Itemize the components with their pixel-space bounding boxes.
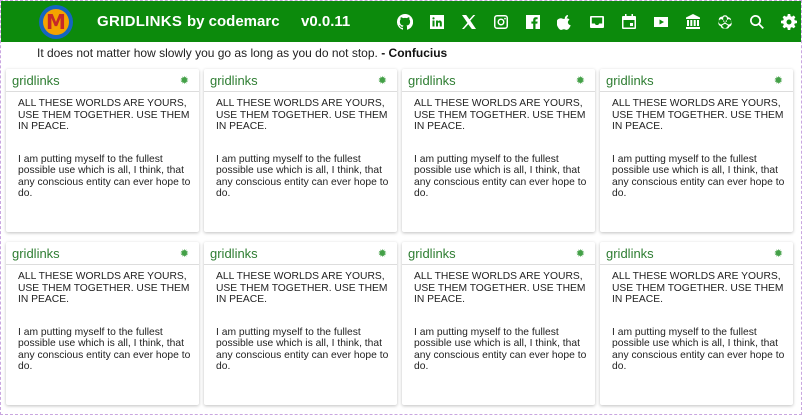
card-motto: ALL THESE WORLDS ARE YOURS, USE THEM TOG…: [414, 98, 586, 132]
card-body: ALL THESE WORLDS ARE YOURS, USE THEM TOG…: [204, 265, 397, 373]
card-header: gridlinks ✹: [204, 69, 397, 92]
app-logo[interactable]: M: [39, 5, 73, 39]
card-quote: I am putting myself to the fullest possi…: [216, 153, 389, 200]
card-title[interactable]: gridlinks: [12, 246, 60, 261]
instagram-icon[interactable]: [485, 11, 517, 33]
quote-line: It does not matter how slowly you go as …: [37, 46, 447, 60]
x-icon[interactable]: [453, 11, 485, 33]
link-card: gridlinks ✹ ALL THESE WORLDS ARE YOURS, US…: [600, 69, 793, 232]
card-quote: I am putting myself to the fullest possi…: [18, 326, 191, 373]
card-header: gridlinks ✹: [6, 69, 199, 92]
card-quote: I am putting myself to the fullest possi…: [18, 153, 191, 200]
top-bar: M GRIDLINKS by codemarc v0.0.11: [1, 1, 801, 42]
linkedin-icon[interactable]: [421, 11, 453, 33]
apple-icon[interactable]: [549, 11, 581, 33]
quote-author: - Confucius: [381, 46, 448, 60]
card-motto: ALL THESE WORLDS ARE YOURS, USE THEM TOG…: [216, 98, 388, 132]
calendar-icon[interactable]: [613, 11, 645, 33]
card-settings-icon[interactable]: ✹: [378, 247, 387, 260]
card-motto: ALL THESE WORLDS ARE YOURS, USE THEM TOG…: [612, 98, 784, 132]
card-settings-icon[interactable]: ✹: [774, 74, 783, 87]
card-header: gridlinks ✹: [6, 242, 199, 265]
link-card: gridlinks ✹ ALL THESE WORLDS ARE YOURS, US…: [6, 69, 199, 232]
gear-icon[interactable]: [773, 11, 802, 33]
card-settings-icon[interactable]: ✹: [576, 247, 585, 260]
card-quote: I am putting myself to the fullest possi…: [414, 326, 587, 373]
card-body: ALL THESE WORLDS ARE YOURS, USE THEM TOG…: [402, 92, 595, 200]
card-title[interactable]: gridlinks: [606, 246, 654, 261]
card-header: gridlinks ✹: [204, 242, 397, 265]
author-label: by codemarc: [187, 13, 280, 30]
app-title: GRIDLINKS: [97, 13, 183, 30]
card-title[interactable]: gridlinks: [408, 246, 456, 261]
card-title[interactable]: gridlinks: [210, 73, 258, 88]
github-icon[interactable]: [389, 11, 421, 33]
facebook-icon[interactable]: [517, 11, 549, 33]
card-body: ALL THESE WORLDS ARE YOURS, USE THEM TOG…: [402, 265, 595, 373]
toolbar-icons: [389, 11, 802, 33]
quote-text: It does not matter how slowly you go as …: [37, 46, 378, 60]
card-body: ALL THESE WORLDS ARE YOURS, USE THEM TOG…: [600, 265, 793, 373]
card-title[interactable]: gridlinks: [606, 73, 654, 88]
card-settings-icon[interactable]: ✹: [576, 74, 585, 87]
logo-letter: M: [43, 9, 69, 35]
card-body: ALL THESE WORLDS ARE YOURS, USE THEM TOG…: [6, 92, 199, 200]
card-motto: ALL THESE WORLDS ARE YOURS, USE THEM TOG…: [18, 98, 190, 132]
card-motto: ALL THESE WORLDS ARE YOURS, USE THEM TOG…: [612, 271, 784, 305]
card-settings-icon[interactable]: ✹: [378, 74, 387, 87]
link-card: gridlinks ✹ ALL THESE WORLDS ARE YOURS, US…: [402, 242, 595, 405]
card-quote: I am putting myself to the fullest possi…: [216, 326, 389, 373]
link-card: gridlinks ✹ ALL THESE WORLDS ARE YOURS, US…: [600, 242, 793, 405]
card-motto: ALL THESE WORLDS ARE YOURS, USE THEM TOG…: [414, 271, 586, 305]
card-title[interactable]: gridlinks: [408, 73, 456, 88]
openai-icon[interactable]: [709, 11, 741, 33]
bank-icon[interactable]: [677, 11, 709, 33]
link-card: gridlinks ✹ ALL THESE WORLDS ARE YOURS, US…: [204, 242, 397, 405]
card-quote: I am putting myself to the fullest possi…: [414, 153, 587, 200]
card-settings-icon[interactable]: ✹: [180, 74, 189, 87]
card-title[interactable]: gridlinks: [210, 246, 258, 261]
youtube-icon[interactable]: [645, 11, 677, 33]
card-header: gridlinks ✹: [600, 69, 793, 92]
card-settings-icon[interactable]: ✹: [180, 247, 189, 260]
card-body: ALL THESE WORLDS ARE YOURS, USE THEM TOG…: [204, 92, 397, 200]
link-card: gridlinks ✹ ALL THESE WORLDS ARE YOURS, US…: [204, 69, 397, 232]
card-settings-icon[interactable]: ✹: [774, 247, 783, 260]
card-body: ALL THESE WORLDS ARE YOURS, USE THEM TOG…: [600, 92, 793, 200]
link-card: gridlinks ✹ ALL THESE WORLDS ARE YOURS, US…: [402, 69, 595, 232]
card-motto: ALL THESE WORLDS ARE YOURS, USE THEM TOG…: [18, 271, 190, 305]
card-body: ALL THESE WORLDS ARE YOURS, USE THEM TOG…: [6, 265, 199, 373]
card-motto: ALL THESE WORLDS ARE YOURS, USE THEM TOG…: [216, 271, 388, 305]
card-header: gridlinks ✹: [402, 69, 595, 92]
card-title[interactable]: gridlinks: [12, 73, 60, 88]
version-label: v0.0.11: [301, 13, 351, 30]
card-quote: I am putting myself to the fullest possi…: [612, 326, 785, 373]
link-card: gridlinks ✹ ALL THESE WORLDS ARE YOURS, US…: [6, 242, 199, 405]
card-header: gridlinks ✹: [600, 242, 793, 265]
inbox-icon[interactable]: [581, 11, 613, 33]
card-quote: I am putting myself to the fullest possi…: [612, 153, 785, 200]
search-icon[interactable]: [741, 11, 773, 33]
card-header: gridlinks ✹: [402, 242, 595, 265]
